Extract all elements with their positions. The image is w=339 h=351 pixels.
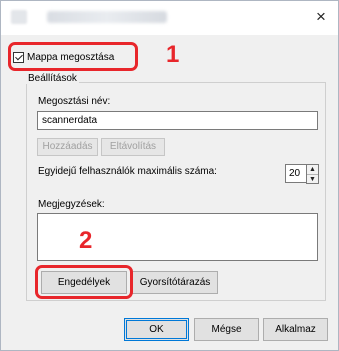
callout-number-1: 1 — [166, 41, 180, 68]
window-title-blurred — [47, 11, 167, 23]
close-icon[interactable]: × — [313, 8, 329, 25]
advanced-sharing-dialog: × Mappa megosztása 1 Beállítások Megoszt… — [0, 0, 339, 351]
share-name-input[interactable]: scannerdata — [37, 111, 318, 130]
apply-button[interactable]: Alkalmaz — [263, 318, 328, 341]
add-button[interactable]: Hozzáadás — [37, 138, 98, 156]
title-bar: × — [1, 1, 338, 35]
callout-number-2: 2 — [79, 227, 93, 254]
max-users-input[interactable]: 20 — [285, 164, 307, 183]
share-name-label: Megosztási név: — [38, 96, 111, 107]
ok-button[interactable]: OK — [124, 318, 189, 341]
remove-button[interactable]: Eltávolítás — [101, 138, 165, 156]
highlight-box-2 — [35, 265, 133, 299]
max-users-stepper[interactable]: ▲ ▼ — [306, 164, 319, 184]
comments-label: Megjegyzések: — [38, 199, 105, 210]
caching-button[interactable]: Gyorsítótárazás — [132, 271, 218, 294]
window-icon — [11, 10, 27, 24]
stepper-down-icon[interactable]: ▼ — [307, 175, 318, 184]
settings-group-label: Beállítások — [26, 73, 79, 84]
cancel-button[interactable]: Mégse — [194, 318, 259, 341]
max-users-label: Egyidejű felhasználók maximális száma: — [38, 166, 217, 177]
highlight-box-1 — [8, 42, 138, 71]
stepper-up-icon[interactable]: ▲ — [307, 165, 318, 175]
